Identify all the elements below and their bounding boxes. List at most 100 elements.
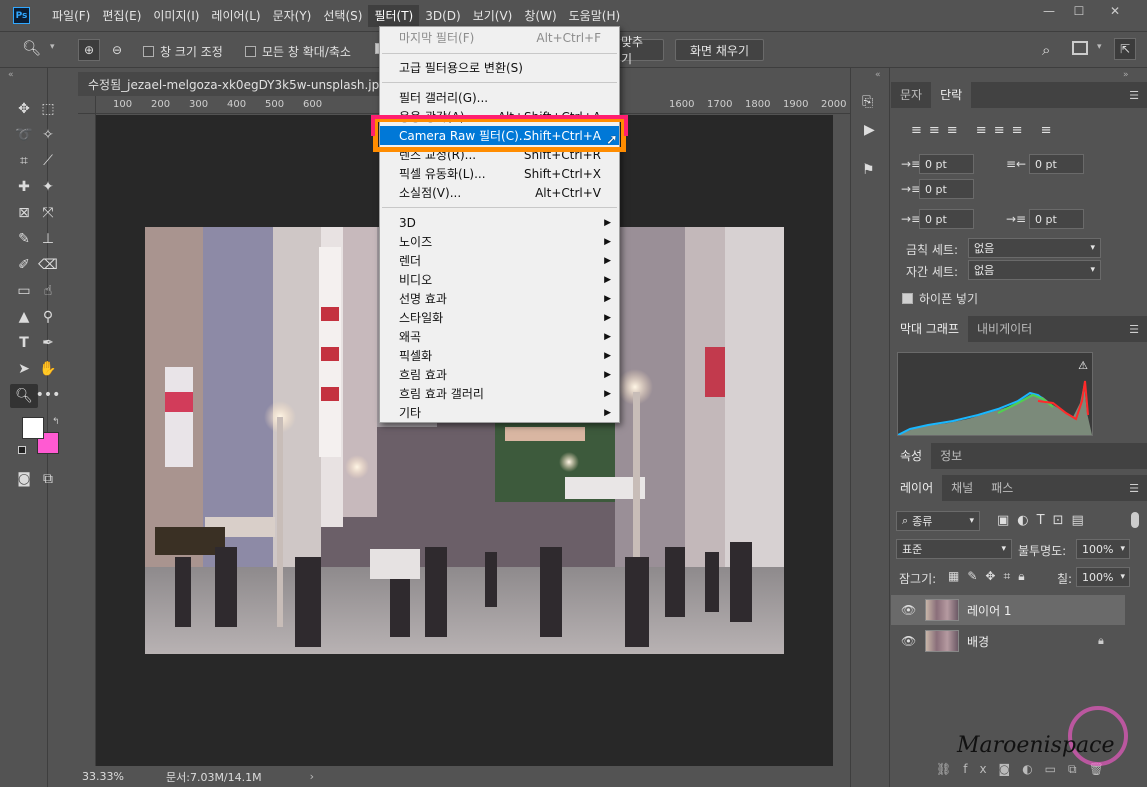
collapse-icon[interactable]: » [1123,70,1129,80]
chevron-right-icon[interactable]: › [310,770,314,783]
swap-colors-icon[interactable]: ↰ [52,417,60,427]
filter-toggle[interactable] [1131,512,1139,528]
indent-left-field[interactable]: 0 pt [919,154,974,174]
hyphenate-checkbox[interactable]: 하이픈 넣기 [902,290,978,307]
tab-navigator[interactable]: 내비게이터 [968,316,1041,342]
panel-menu-icon[interactable]: ☰ [1129,323,1139,336]
brush-tool-icon[interactable]: ✎ [12,228,36,250]
menu-item-blur-gallery[interactable]: 흐림 효과 갤러리 ▶ [380,384,619,403]
mojikumi-select[interactable]: 없음 ▾ [968,260,1101,280]
marquee-tool-icon[interactable]: ⬚ [36,98,60,120]
pen-tool-icon[interactable]: ▲ [12,306,36,328]
smudge-tool-icon[interactable]: ☝ [36,280,60,302]
path-selection-icon[interactable]: ➤ [12,358,36,380]
zoom-level[interactable]: 33.33% [82,770,142,783]
space-after-field[interactable]: 0 pt [1029,209,1084,229]
menu-3d[interactable]: 3D(D) [419,5,466,27]
zoom-tool-preset-icon[interactable]: 🔍︎ [22,39,41,57]
tab-paths[interactable]: 패스 [982,475,1022,501]
fill-field[interactable]: 100% ▾ [1076,567,1130,587]
minimize-icon[interactable]: — [1034,0,1064,22]
properties-icon[interactable]: ⚑ [862,162,875,178]
eyedropper-icon[interactable]: ⟋ [36,150,60,172]
chevron-down-icon[interactable]: ▾ [50,42,55,52]
menu-item-noise[interactable]: 노이즈 ▶ [380,232,619,251]
healing-brush-icon[interactable]: ✚ [12,176,36,198]
menu-item-video[interactable]: 비디오 ▶ [380,270,619,289]
menu-item-sharpen[interactable]: 선명 효과 ▶ [380,289,619,308]
panel-menu-icon[interactable]: ☰ [1129,482,1139,495]
tab-channels[interactable]: 채널 [942,475,982,501]
layer-row[interactable]: 👁︎ 레이어 1 [891,595,1125,625]
menu-item-last-filter[interactable]: 마지막 필터(F) Alt+Ctrl+F [380,28,619,47]
layer-row[interactable]: 👁︎ 배경 🔒︎ [891,626,1123,656]
collapse-icon[interactable]: « [875,70,881,80]
gradient-tool-icon[interactable]: ▭ [12,280,36,302]
resize-windows-checkbox[interactable]: 창 크기 조정 [143,43,223,60]
tab-character[interactable]: 문자 [891,82,931,108]
patch-tool-icon[interactable]: ✦ [36,176,60,198]
menu-item-filter-gallery[interactable]: 필터 갤러리(G)... [380,88,619,107]
panel-menu-icon[interactable]: ☰ [1129,89,1139,102]
menu-filter[interactable]: 필터(T) [368,4,420,27]
menu-edit[interactable]: 편집(E) [96,5,147,27]
eye-icon[interactable]: 👁︎ [901,603,916,617]
menu-item-distort[interactable]: 왜곡 ▶ [380,327,619,346]
lock-icons[interactable]: ▦✎✥⌗🔒︎ [948,569,1033,584]
default-colors-icon[interactable] [18,446,26,454]
share-icon[interactable]: ⇱ [1114,38,1136,60]
history-icon[interactable]: ⎘ [862,94,873,110]
menu-item-liquify[interactable]: 픽셀 유동화(L)... Shift+Ctrl+X [380,164,619,183]
tab-properties[interactable]: 속성 [891,443,932,469]
indent-first-line-field[interactable]: 0 pt [919,179,974,199]
kinsoku-select[interactable]: 없음 ▾ [968,238,1101,258]
menu-image[interactable]: 이미지(I) [147,5,205,27]
tab-info[interactable]: 정보 [931,443,971,469]
ruler-origin[interactable] [78,96,96,114]
zoom-in-icon[interactable]: ⊕ [78,39,100,61]
blend-mode-select[interactable]: 표준 ▾ [896,539,1012,559]
eraser-tool-icon[interactable]: ⌫ [36,254,60,276]
menu-type[interactable]: 문자(Y) [267,5,318,27]
menu-item-render[interactable]: 렌더 ▶ [380,251,619,270]
tab-histogram[interactable]: 막대 그래프 [891,316,969,342]
menu-select[interactable]: 선택(S) [317,5,368,27]
alignment-buttons[interactable]: ≡≡≡ ≡≡≡ ≡ [911,123,1059,138]
zoom-tool-icon[interactable]: 🔍︎ [10,384,38,408]
menu-help[interactable]: 도움말(H) [563,5,627,27]
fill-screen-button[interactable]: 화면 채우기 [675,39,764,61]
menu-item-vanishing-point[interactable]: 소실점(V)... Alt+Ctrl+V [380,183,619,202]
warning-icon[interactable]: ⚠ [1078,359,1088,372]
type-tool-icon[interactable]: T [12,332,36,354]
menu-view[interactable]: 보기(V) [467,5,519,27]
more-tools-icon[interactable]: ••• [36,384,61,406]
magic-wand-icon[interactable]: ✧ [36,124,60,146]
hand-tool-icon[interactable]: ✋ [36,358,60,380]
foreground-color-swatch[interactable] [22,417,44,439]
menu-layer[interactable]: 레이어(L) [205,5,266,27]
pen-anchor-icon[interactable]: ✒ [36,332,60,354]
menu-file[interactable]: 파일(F) [46,5,96,27]
history-brush-icon[interactable]: ✐ [12,254,36,276]
transform-icon[interactable]: ⤧ [36,202,60,224]
play-actions-icon[interactable]: ▶ [864,122,875,138]
screen-mode-icon[interactable]: ⧉ [36,468,60,490]
move-tool-icon[interactable]: ✥ [12,98,36,120]
search-icon[interactable]: ⌕ [1042,41,1050,59]
indent-right-field[interactable]: 0 pt [1029,154,1084,174]
menu-item-other[interactable]: 기타 ▶ [380,403,619,422]
menu-item-camera-raw-filter[interactable]: Camera Raw 필터(C)... Shift+Ctrl+A [380,126,619,145]
close-icon[interactable]: ✕ [1100,0,1130,22]
space-before-field[interactable]: 0 pt [919,209,974,229]
dodge-tool-icon[interactable]: ⚲ [36,306,60,328]
menu-item-pixelate[interactable]: 픽셀화 ▶ [380,346,619,365]
crop-tool-icon[interactable]: ⌗ [12,150,36,172]
menu-item-blur[interactable]: 흐림 효과 ▶ [380,365,619,384]
quick-mask-icon[interactable]: ◙ [12,468,36,490]
menu-item-stylize[interactable]: 스타일화 ▶ [380,308,619,327]
document-tab[interactable]: 수정됨_jezael-melgoza-xk0egDY3k5w-unsplash.… [78,72,413,96]
layer-filter-icons[interactable]: ▣◐T⊡▤ [997,513,1092,528]
menu-item-convert-smart-filters[interactable]: 고급 필터용으로 변환(S) [380,58,619,77]
opacity-field[interactable]: 100% ▾ [1076,539,1130,559]
tab-paragraph[interactable]: 단락 [931,82,972,108]
